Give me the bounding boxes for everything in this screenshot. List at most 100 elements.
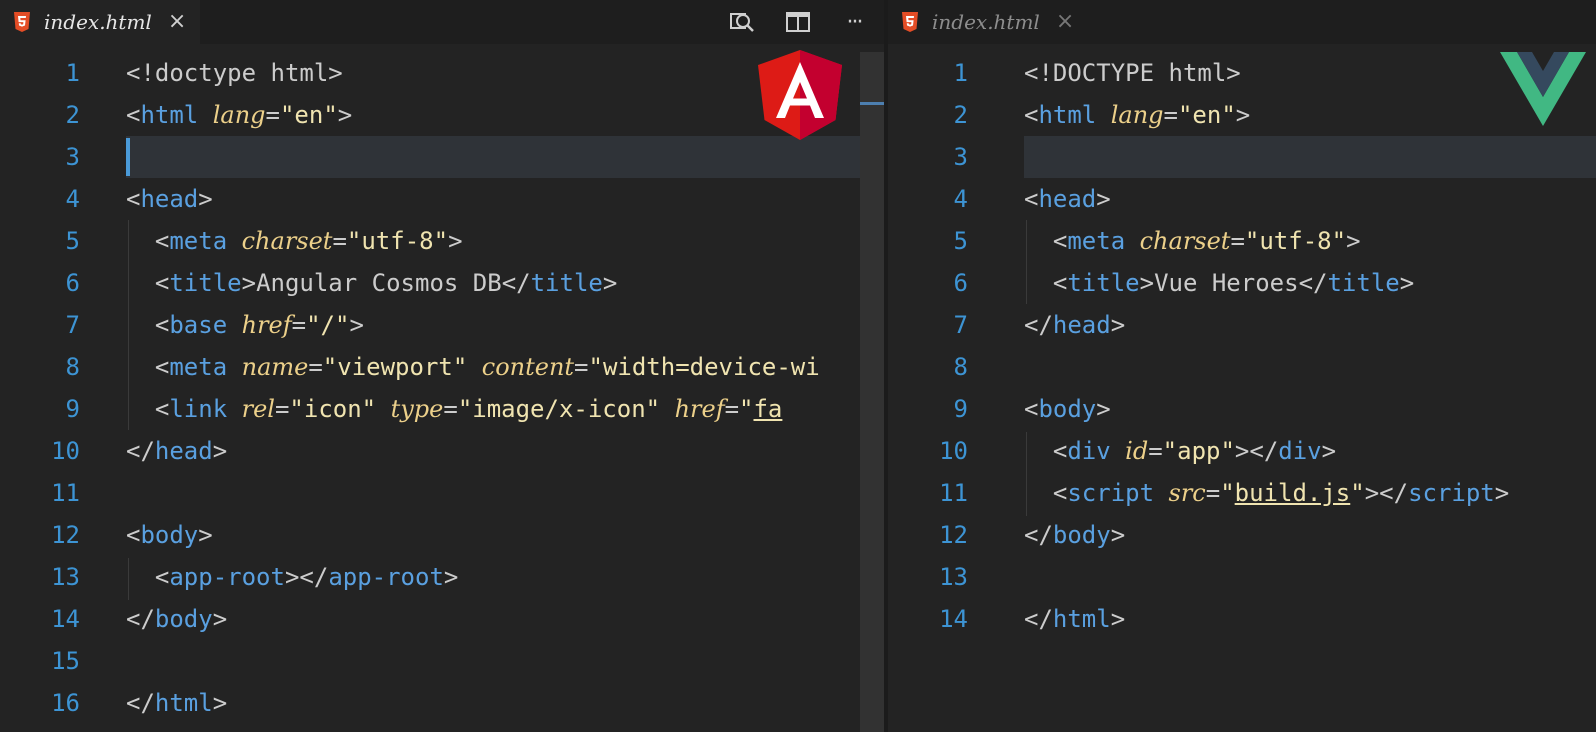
code-line[interactable]: 15 [0,640,884,682]
line-number: 1 [65,59,80,87]
code-token: " [1350,479,1365,507]
code-token: < [126,353,170,381]
code-token: < [1024,185,1039,213]
code-token: < [1024,395,1039,423]
code-line[interactable]: 16 </html> [0,682,884,724]
left-code-editor[interactable]: 1 <!doctype html> 2 <html lang="en"> 3 4 <head… [0,52,884,732]
code-token: id [1125,437,1149,465]
line-number: 5 [65,227,80,255]
right-code-editor[interactable]: 1 <!DOCTYPE html> 2 <html lang="en"> 3 4 <head… [888,52,1596,732]
code-token: "image/x-icon" [457,395,661,423]
code-token: > [198,185,213,213]
code-token: meta [1067,227,1126,255]
vertical-scrollbar[interactable] [860,52,884,732]
code-line[interactable]: 6 <title>Vue Heroes</title> [888,262,1596,304]
code-line[interactable]: 4 <head> [0,178,884,220]
code-line[interactable]: 9 <link rel="icon" type="image/x-icon" h… [0,388,884,430]
code-text: <!doctype html> [126,52,343,94]
code-line[interactable]: 10 <div id="app"></div> [888,430,1596,472]
code-line[interactable]: 7 <base href="/"> [0,304,884,346]
code-token: meta [169,227,228,255]
line-number: 13 [51,563,80,591]
code-token: > [1096,185,1111,213]
open-changes-button[interactable] [726,6,758,38]
line-number: 1 [953,59,968,87]
code-token: </ [126,437,155,465]
code-line[interactable]: 4 <head> [888,178,1596,220]
code-token: content [481,353,575,381]
line-number: 6 [953,269,968,297]
code-line[interactable]: 12 </body> [888,514,1596,556]
code-text: <html lang="en"> [1024,94,1250,136]
code-token: </ [501,269,531,297]
line-number: 8 [953,353,968,381]
code-line[interactable]: 8 <meta name="viewport" content="width=d… [0,346,884,388]
line-number: 3 [953,143,968,171]
code-token: > [212,605,228,633]
code-line[interactable]: 5 <meta charset="utf-8"> [888,220,1596,262]
search-diff-icon [730,13,754,32]
code-text: <!DOCTYPE html> [1024,52,1241,94]
code-token: < [126,227,170,255]
line-number: 13 [939,563,968,591]
code-text: <head> [126,178,213,220]
code-line[interactable]: 1 <!DOCTYPE html> [888,52,1596,94]
code-token: html [154,689,213,717]
code-line[interactable]: 1 <!doctype html> [0,52,884,94]
code-text: <body> [1024,388,1111,430]
right-tab-index-html[interactable]: index.html × [888,0,1088,44]
code-line[interactable]: 13 <app-root></app-root> [0,556,884,598]
code-line[interactable]: 13 [888,556,1596,598]
code-token: = [1163,101,1178,129]
editor-actions: ··· [726,0,870,44]
code-line[interactable]: 3 [888,136,1596,178]
right-tab-bar: index.html × [888,0,1596,44]
code-line[interactable]: 2 <html lang="en"> [888,94,1596,136]
code-line[interactable]: 10 </head> [0,430,884,472]
code-line[interactable]: 5 <meta charset="utf-8"> [0,220,884,262]
code-token: = [332,227,347,255]
line-number: 2 [953,101,968,129]
close-icon[interactable]: × [168,11,186,33]
code-token: Vue Heroes [1154,269,1299,297]
code-token: lang [212,101,266,129]
code-token: </ [1298,269,1328,297]
code-token: <!DOCTYPE html> [1024,59,1241,87]
code-line[interactable]: 11 [0,472,884,514]
line-number: 4 [953,185,968,213]
more-actions-button[interactable]: ··· [838,6,870,38]
angular-logo [758,50,842,144]
code-text: </body> [1024,514,1125,556]
code-token: > [198,521,213,549]
code-text: <body> [126,514,213,556]
code-text: </head> [126,430,227,472]
code-line[interactable]: 2 <html lang="en"> [0,94,884,136]
code-token: </ [126,689,155,717]
code-token: lang [1110,101,1164,129]
code-token: " [739,395,754,423]
code-line[interactable]: 11 <script src="build.js"></script> [888,472,1596,514]
code-token: < [1024,101,1039,129]
code-token: meta [169,353,228,381]
code-token: "en" [1177,101,1236,129]
code-text: <meta name="viewport" content="width=dev… [126,346,820,388]
code-line[interactable]: 8 [888,346,1596,388]
code-token: > [443,563,459,591]
code-line[interactable]: 7 </head> [888,304,1596,346]
left-editor-pane: index.html × ··· 1 <!doctype html> 2 <ht… [0,0,884,732]
code-text: </html> [1024,598,1125,640]
line-number: 8 [65,353,80,381]
code-token: > [1364,479,1380,507]
code-line[interactable]: 14 </html> [888,598,1596,640]
code-line[interactable]: 3 [0,136,884,178]
code-line[interactable]: 9 <body> [888,388,1596,430]
close-icon[interactable]: × [1056,11,1074,33]
split-editor-button[interactable] [782,6,814,38]
code-line[interactable]: 14 </body> [0,598,884,640]
code-token: "utf-8" [1244,227,1347,255]
left-tab-index-html[interactable]: index.html × [0,0,201,44]
code-line[interactable]: 6 <title>Angular Cosmos DB</title> [0,262,884,304]
code-line[interactable]: 12 <body> [0,514,884,556]
